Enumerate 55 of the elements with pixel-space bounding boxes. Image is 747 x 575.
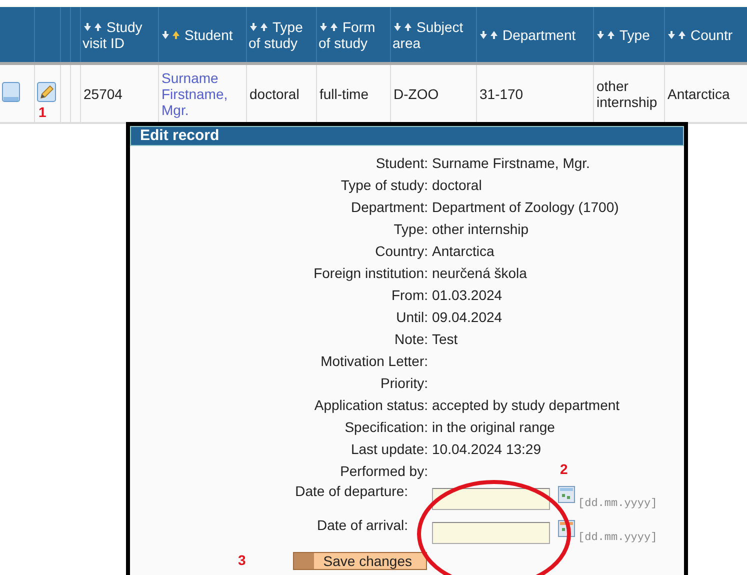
field-label: Foreign institution: — [314, 264, 428, 283]
field-label: Student: — [376, 154, 428, 173]
sort-arrows-icon[interactable] — [82, 22, 102, 32]
save-button[interactable]: Save changes — [293, 552, 427, 570]
date-field[interactable] — [432, 522, 550, 544]
field-label: Specification: — [344, 418, 428, 437]
table-cell: other internship — [596, 78, 658, 110]
date-field[interactable] — [432, 488, 550, 510]
field-label: Department: — [350, 198, 428, 217]
sort-arrows-icon[interactable] — [478, 30, 498, 40]
table-cell: full-time — [320, 86, 369, 102]
sort-arrows-icon[interactable] — [248, 22, 268, 32]
field-label: Type: — [394, 220, 428, 239]
field-label: From: — [391, 286, 428, 305]
date-format-hint: [dd.mm.yyyy] — [578, 498, 658, 510]
field-value: neurčená škola — [432, 264, 528, 283]
sort-arrows-icon[interactable] — [666, 30, 686, 40]
field-value: accepted by study department — [432, 396, 621, 415]
sort-arrows-icon[interactable] — [160, 30, 180, 40]
table-cell: D-ZOO — [394, 86, 439, 102]
field-label: Motivation Letter: — [320, 352, 428, 371]
field-value: 10.04.2024 13:29 — [432, 440, 542, 459]
annotation-number: 3 — [238, 552, 246, 568]
field-label: Priority: — [380, 374, 428, 393]
sort-arrows-icon[interactable] — [596, 30, 616, 40]
field-value: doctoral — [432, 176, 483, 195]
field-value: 09.04.2024 — [432, 308, 504, 327]
field-label: Date of departure: — [295, 483, 408, 499]
field-value: Surname Firstname, Mgr. — [432, 154, 591, 173]
table-cell: 31-170 — [480, 86, 524, 102]
table-cell: doctoral — [250, 86, 300, 102]
edit-pencil-icon[interactable] — [36, 82, 56, 102]
field-value: in the original range — [432, 418, 556, 437]
field-label: Application status: — [314, 396, 428, 415]
date-format-hint: [dd.mm.yyyy] — [578, 532, 658, 544]
field-value: Department of Zoology (1700) — [432, 198, 620, 217]
table-cell: Antarctica — [668, 86, 730, 102]
field-label: Last update: — [350, 440, 428, 459]
field-value: 01.03.2024 — [432, 286, 504, 305]
field-label: Until: — [396, 308, 428, 327]
field-label: Note: — [394, 330, 428, 349]
field-label: Performed by: — [340, 462, 428, 481]
table-cell: 25704 — [84, 86, 122, 102]
annotation-number: 1 — [38, 104, 46, 120]
field-label: Type of study: — [340, 176, 428, 195]
sort-arrows-icon[interactable] — [392, 22, 412, 32]
annotation-number: 2 — [560, 461, 568, 477]
field-label: Country: — [375, 242, 428, 261]
dialog-title: Edit record — [130, 126, 684, 146]
field-value: other internship — [432, 220, 530, 239]
field-value: Test — [432, 330, 459, 349]
sort-arrows-icon[interactable] — [318, 22, 338, 32]
field-value: Antarctica — [432, 242, 496, 261]
field-label: Date of arrival: — [316, 517, 408, 533]
calendar-icon[interactable] — [558, 486, 575, 502]
